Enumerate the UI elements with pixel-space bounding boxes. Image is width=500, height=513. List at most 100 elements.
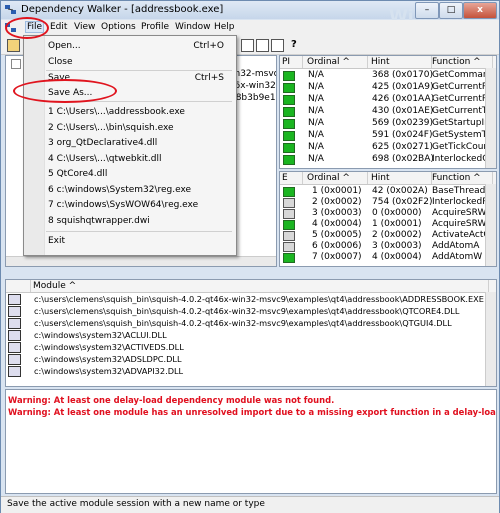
table-row[interactable]: 3 (0x0003) 0 (0x0000) AcquireSRWLo (280, 208, 496, 219)
list-item[interactable]: c:\windows\system32\ACTIVEDS.DLL (6, 342, 484, 353)
table-row[interactable]: 5 (0x0005) 2 (0x0002) ActivateActCt (280, 230, 493, 241)
col-module[interactable]: Module ^ (31, 280, 489, 292)
table-row[interactable]: N/A 698 (0x02BA) InterlockedCo (280, 154, 494, 165)
menu-profile[interactable]: Profile (141, 22, 169, 32)
table-row[interactable]: N/A 625 (0x0271) GetTickCount (280, 142, 493, 153)
menu-item-recent-file[interactable]: 4 C:\Users\...\qtwebkit.dll (48, 154, 161, 164)
minimize-button[interactable]: – (415, 2, 439, 19)
cell-function: AddAtomA (432, 241, 480, 251)
list-item[interactable]: c:\windows\system32\ADSLDPC.DLL (6, 354, 484, 365)
col-hint[interactable]: Hint (369, 172, 432, 184)
menu-item-recent-file[interactable]: 5 QtCore4.dll (48, 169, 107, 179)
table-row[interactable]: N/A 430 (0x01AE) GetCurrentTh (280, 106, 493, 117)
cell-ordinal: 5 (0x0005) (312, 230, 362, 240)
table-row[interactable]: N/A 425 (0x01A9) GetCurrentPr (280, 82, 491, 93)
imports-vertical-scrollbar[interactable] (485, 68, 496, 168)
list-item[interactable]: c:\users\clemens\squish_bin\squish-4.0.2… (6, 294, 484, 305)
menu-bar: File Edit View Options Profile Window He… (1, 20, 499, 36)
menu-window[interactable]: Window (175, 22, 211, 32)
cell-ordinal: N/A (308, 142, 324, 152)
menu-item-open[interactable]: Open... (48, 41, 81, 51)
function-status-icon (283, 107, 295, 117)
app-icon (5, 5, 16, 14)
menu-item-close[interactable]: Close (48, 57, 73, 67)
table-row[interactable]: N/A 569 (0x0239) GetStartupInf (280, 118, 493, 129)
menu-item-recent-file[interactable]: 6 c:\windows\System32\reg.exe (48, 185, 191, 195)
function-status-icon (283, 143, 295, 153)
exports-vertical-scrollbar[interactable] (485, 184, 496, 266)
menu-view[interactable]: View (74, 22, 95, 32)
open-shortcut: Ctrl+O (193, 41, 224, 51)
log-pane[interactable]: Warning: At least one delay-load depende… (5, 389, 497, 494)
menu-item-recent-file[interactable]: 2 C:\Users\...\bin\squish.exe (48, 123, 174, 133)
table-row[interactable]: 7 (0x0007) 4 (0x0004) AddAtomW (280, 252, 485, 263)
export-status-icon (283, 253, 295, 263)
cell-hint: 1 (0x0001) (372, 219, 422, 229)
cell-ordinal: N/A (308, 70, 324, 80)
cell-hint: 591 (0x024F) (372, 130, 433, 140)
list-item[interactable]: c:\windows\system32\ACLUI.DLL (6, 330, 484, 341)
highlight-circle-save-as (13, 79, 117, 103)
warning-message: Warning: At least one delay-load depende… (8, 395, 335, 405)
function-status-icon (283, 95, 295, 105)
export-status-icon (283, 231, 295, 241)
tree-horizontal-scrollbar[interactable] (6, 256, 276, 266)
function-status-icon (283, 155, 295, 165)
cell-hint: 368 (0x0170) (372, 70, 434, 80)
cell-function: AddAtomW (432, 252, 483, 262)
menu-edit[interactable]: Edit (50, 22, 67, 32)
module-path: c:\users\clemens\squish_bin\squish-4.0.2… (34, 318, 452, 328)
view-list-icon[interactable] (256, 39, 269, 52)
function-status-icon (283, 71, 295, 81)
module-list-pane[interactable]: Module ^ c:\users\clemens\squish_bin\squ… (5, 279, 497, 387)
view-modules-icon[interactable] (241, 39, 254, 52)
modules-vertical-scrollbar[interactable] (485, 292, 496, 386)
module-path: c:\users\clemens\squish_bin\squish-4.0.2… (34, 294, 484, 304)
col-e[interactable]: E (280, 172, 303, 184)
table-row[interactable]: N/A 426 (0x01AA) GetCurrentPro (280, 94, 496, 105)
cell-ordinal: N/A (308, 106, 324, 116)
cell-hint: 42 (0x002A) (372, 186, 428, 196)
menu-item-recent-file[interactable]: 7 c:\windows\SysWOW64\reg.exe (48, 200, 198, 210)
table-row[interactable]: 1 (0x0001) 42 (0x002A) BaseThreadIni (280, 186, 496, 197)
module-path: c:\windows\system32\ACTIVEDS.DLL (34, 342, 184, 352)
col-pi[interactable]: PI (280, 56, 303, 68)
menu-item-recent-file[interactable]: 8 squishqtwrapper.dwi (48, 216, 150, 226)
menu-item-recent-file[interactable]: 1 C:\Users\...\addressbook.exe (48, 107, 185, 117)
function-status-icon (283, 119, 295, 129)
cell-ordinal: N/A (308, 130, 324, 140)
menu-item-recent-file[interactable]: 3 org_QtDeclarative4.dll (48, 138, 157, 148)
maximize-button[interactable]: □ (439, 2, 463, 19)
col-function[interactable]: Function ^ (430, 56, 493, 68)
cell-hint: 625 (0x0271) (372, 142, 434, 152)
table-row[interactable]: N/A 591 (0x024F) GetSystemTim (280, 130, 496, 141)
open-folder-icon[interactable] (7, 39, 20, 52)
col-ordinal[interactable]: Ordinal ^ (305, 56, 368, 68)
close-button[interactable]: x (463, 2, 497, 19)
exports-pane[interactable]: E Ordinal ^ Hint Function ^ 1 (0x0001) 42… (279, 171, 497, 267)
view-details-icon[interactable] (271, 39, 284, 52)
list-item[interactable]: c:\windows\system32\ADVAPI32.DLL (6, 366, 484, 377)
menu-options[interactable]: Options (101, 22, 136, 32)
table-row[interactable]: 6 (0x0006) 3 (0x0003) AddAtomA (280, 241, 485, 252)
table-row[interactable]: 4 (0x0004) 1 (0x0001) AcquireSRWLo (280, 219, 496, 230)
col-function[interactable]: Function ^ (430, 172, 493, 184)
list-item[interactable]: c:\users\clemens\squish_bin\squish-4.0.2… (6, 306, 484, 317)
cell-function: GetCurrentPr (432, 82, 491, 92)
col-hint[interactable]: Hint (369, 56, 432, 68)
menu-help[interactable]: Help (214, 22, 235, 32)
imports-pane[interactable]: PI Ordinal ^ Hint Function ^ N/A 368 (0x0… (279, 55, 497, 169)
cell-ordinal: N/A (308, 118, 324, 128)
table-row[interactable]: 2 (0x0002) 754 (0x02F2) InterlockedPu (280, 197, 493, 208)
table-row[interactable]: N/A 368 (0x0170) GetCommand (280, 70, 494, 81)
cell-function: GetCurrentTh (432, 106, 494, 116)
status-bar: Save the active module session with a ne… (1, 496, 499, 513)
export-status-icon (283, 209, 295, 219)
col-ordinal[interactable]: Ordinal ^ (305, 172, 368, 184)
list-item[interactable]: c:\users\clemens\squish_bin\squish-4.0.2… (6, 318, 484, 329)
help-icon[interactable]: ? (291, 39, 302, 50)
col-icon[interactable] (6, 280, 31, 292)
menu-item-exit[interactable]: Exit (48, 236, 65, 246)
module-icon (8, 330, 21, 341)
collapse-icon[interactable] (11, 59, 21, 69)
